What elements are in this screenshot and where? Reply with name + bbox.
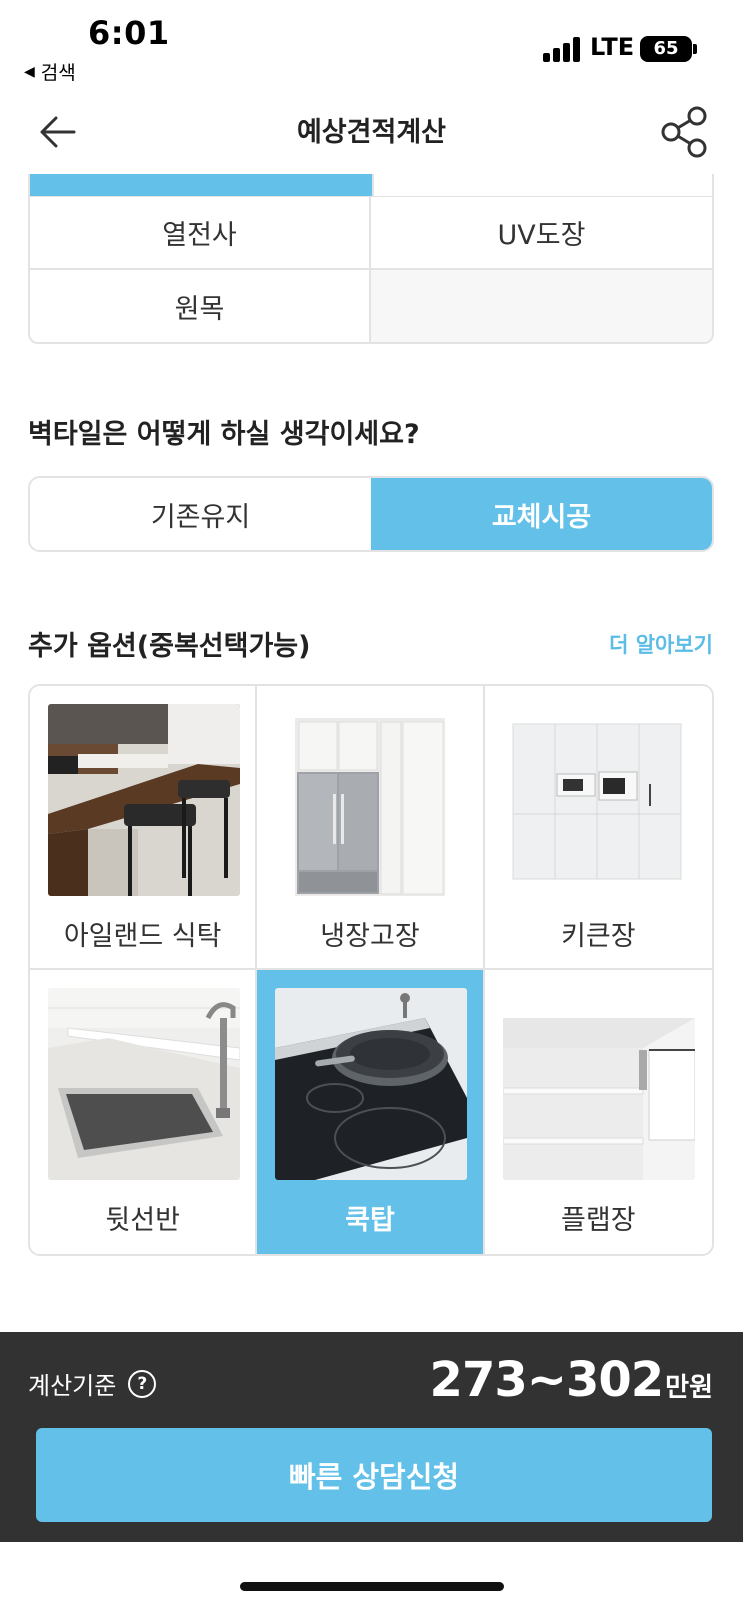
back-app-label: 검색 [40,62,76,84]
status-bar: 6:01 ◀ 검색 LTE 65 [0,0,743,96]
wall-tile-question: 벽타일은 어떻게 하실 생각이세요? [28,419,420,450]
replace-button[interactable]: 교체시공 [371,478,712,550]
fridge-cabinet-image [275,704,468,896]
keep-existing-button[interactable]: 기존유지 [30,478,371,550]
header: 예상견적계산 [0,96,743,170]
option-label: 플랩장 [561,1205,636,1236]
option-label: 냉장고장 [320,921,420,952]
option-back-shelf[interactable]: 뒷선반 [30,970,258,1254]
status-time: 6:01 [88,14,170,52]
tall-cabinet-image [502,704,695,896]
price-value: 273~302 [429,1352,665,1408]
home-indicator[interactable] [240,1582,504,1591]
option-fridge-cabinet[interactable]: 냉장고장 [257,686,485,970]
material-option[interactable]: 원목 [30,270,371,342]
extra-options-title: 추가 옵션(중복선택가능) [28,631,311,662]
estimate-price: 273~302 만원 [430,1352,713,1408]
network-label: LTE [590,33,635,61]
material-option[interactable]: 열전사 [30,197,371,270]
quick-consult-button[interactable]: 빠른 상담신청 [36,1428,712,1522]
back-triangle-icon: ◀ [24,63,35,80]
battery-icon: 65 [640,36,692,62]
option-label: 아일랜드 식탁 [63,921,222,952]
option-island-table[interactable]: 아일랜드 식탁 [30,686,258,970]
material-row-selected-strip [28,174,714,196]
flap-cabinet-image [502,988,695,1180]
calc-basis-label: 계산기준 [28,1372,117,1400]
option-flap-cabinet[interactable]: 플랩장 [484,970,712,1254]
signal-icon [543,36,583,62]
material-empty-cell [371,270,712,342]
learn-more-link[interactable]: 더 알아보기 [609,629,713,659]
cooktop-image [275,988,468,1180]
material-option[interactable]: UV도장 [371,197,712,270]
back-shelf-image [48,988,240,1180]
battery-tip [693,44,697,54]
wall-tile-selector: 기존유지 교체시공 [28,476,714,552]
extra-options-grid: 아일랜드 식탁 냉장고장 키큰장 뒷선반 쿡탑 플랩장 [28,684,714,1256]
option-cooktop[interactable]: 쿡탑 [257,970,485,1254]
option-label: 뒷선반 [105,1205,180,1236]
option-label: 키큰장 [561,921,636,952]
selected-cell-fragment[interactable] [30,174,372,196]
calc-basis[interactable]: 계산기준 ? [28,1366,157,1401]
option-tall-cabinet[interactable]: 키큰장 [484,686,712,970]
share-icon[interactable] [660,106,710,158]
option-label: 쿡탑 [345,1205,395,1236]
material-grid: 열전사 UV도장 원목 [28,196,714,344]
question-circle-icon[interactable]: ? [128,1369,157,1398]
price-unit: 만원 [665,1373,713,1403]
page-title: 예상견적계산 [296,117,447,148]
island-table-image [48,704,240,896]
back-to-app-link[interactable]: ◀ 검색 [24,58,76,85]
